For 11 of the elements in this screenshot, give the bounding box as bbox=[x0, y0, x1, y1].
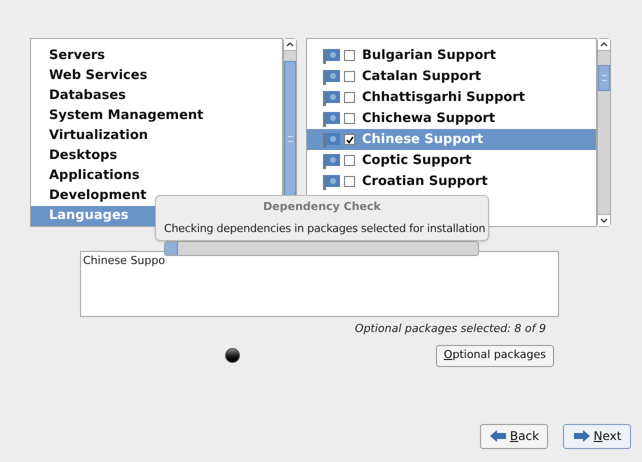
description-text: Chinese Suppo bbox=[83, 254, 166, 267]
package-label: Chichewa Support bbox=[362, 110, 496, 128]
package-label: Catalan Support bbox=[362, 68, 482, 86]
package-label: Croatian Support bbox=[362, 172, 488, 191]
package-label: Chhattisgarhi Support bbox=[362, 88, 525, 107]
package-label: Chinese Support bbox=[362, 130, 484, 149]
package-label: Bulgarian Support bbox=[362, 46, 496, 65]
package-label: Coptic Support bbox=[362, 152, 472, 170]
optional-status: Optional packages selected: 8 of 9 bbox=[354, 321, 546, 337]
dialog-message: Checking dependencies in packages selected for installation bbox=[163, 220, 486, 236]
dialog-title: Dependency Check bbox=[263, 199, 381, 215]
